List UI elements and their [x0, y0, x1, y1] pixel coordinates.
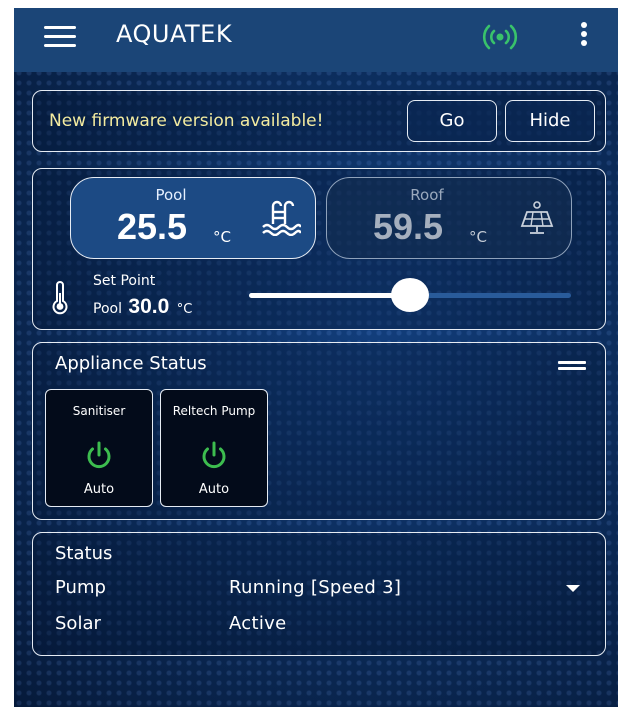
temperature-card: Pool 25.5 °C Roof 59.5 °C Set Point Pool… [32, 168, 606, 330]
appliance-name: Reltech Pump [172, 404, 256, 418]
drag-handle-icon[interactable] [558, 361, 586, 371]
solar-status-value: Active [229, 613, 287, 634]
pump-label: Pump [55, 577, 106, 598]
pool-label: Pool [155, 186, 187, 204]
more-vert-icon[interactable] [576, 22, 592, 52]
appliance-status-card: Appliance Status Sanitiser Auto Reltech … [32, 342, 606, 520]
set-point-unit: °C [176, 302, 193, 317]
appliance-tile-reltech-pump[interactable]: Reltech Pump Auto [160, 389, 268, 507]
firmware-banner: New firmware version available! Go Hide [32, 90, 606, 152]
status-title: Status [55, 543, 113, 564]
roof-label: Roof [410, 186, 444, 204]
solar-label: Solar [55, 613, 101, 634]
roof-temperature-value: 59.5 [373, 206, 444, 247]
go-button[interactable]: Go [407, 100, 497, 142]
power-icon [202, 441, 226, 469]
pump-status-value: Running [Speed 3] [229, 577, 402, 598]
chevron-down-icon[interactable] [566, 585, 580, 592]
roof-temperature-tile[interactable]: Roof 59.5 °C [326, 177, 572, 259]
menu-icon[interactable] [44, 26, 76, 48]
hide-button[interactable]: Hide [505, 100, 595, 142]
roof-temperature-unit: °C [469, 228, 487, 246]
appliance-mode: Auto [83, 482, 115, 497]
firmware-message: New firmware version available! [49, 111, 324, 131]
slider-fill [249, 293, 410, 298]
swimming-pool-icon [262, 200, 301, 236]
pool-temperature-unit: °C [213, 228, 231, 246]
solar-panel-icon [520, 201, 554, 234]
set-point-value: 30.0 [128, 295, 170, 318]
app-title: AQUATEK [116, 20, 233, 48]
set-point-slider[interactable] [249, 278, 571, 312]
thermometer-icon [52, 281, 68, 315]
appliance-status-title: Appliance Status [55, 353, 207, 374]
appliance-tile-sanitiser[interactable]: Sanitiser Auto [45, 389, 153, 507]
app-bar: AQUATEK [14, 8, 618, 72]
wifi-signal-icon [482, 24, 518, 50]
app-screen: AQUATEK New firmware version available! … [14, 8, 618, 707]
status-card: Status Pump Running [Speed 3] Solar Acti… [32, 532, 606, 656]
slider-thumb[interactable] [391, 278, 429, 312]
pool-temperature-value: 25.5 [117, 206, 188, 247]
appliance-name: Sanitiser [72, 404, 126, 418]
appliance-mode: Auto [198, 482, 230, 497]
set-point-readout: Pool 30.0 °C [93, 295, 192, 319]
set-point-target: Pool [93, 301, 122, 317]
set-point-title: Set Point [93, 273, 156, 289]
power-icon [87, 441, 111, 469]
pool-temperature-tile[interactable]: Pool 25.5 °C [70, 177, 316, 259]
